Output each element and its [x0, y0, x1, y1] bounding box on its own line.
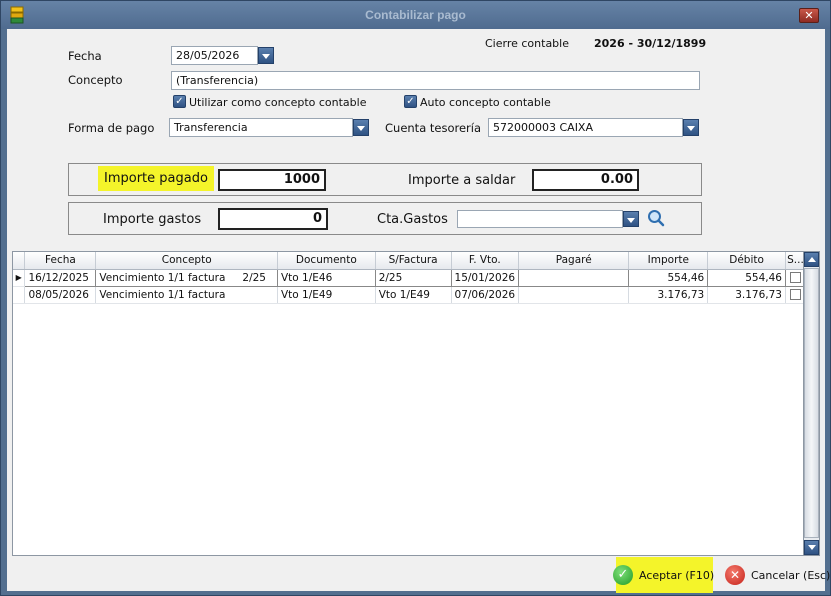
cell-concepto-ref: 2/25 — [242, 271, 266, 284]
cell-debito[interactable]: 3.176,73 — [707, 286, 786, 304]
col-header-concepto[interactable]: Concepto — [95, 252, 278, 270]
row-checkbox[interactable] — [789, 289, 801, 300]
cta-gastos-select[interactable] — [457, 210, 623, 228]
col-header-pagare[interactable]: Pagaré — [518, 252, 630, 270]
col-header-debito[interactable]: Débito — [707, 252, 786, 270]
cierre-label: Cierre contable — [485, 37, 569, 50]
table-row[interactable]: ▶ 16/12/2025 Vencimiento 1/1 factura 2/25… — [13, 268, 807, 287]
fecha-input[interactable]: 28/05/2026 — [171, 46, 258, 65]
cell-debito[interactable]: 554,46 — [707, 268, 786, 287]
cell-fecha[interactable]: 08/05/2026 — [24, 286, 97, 304]
scroll-thumb[interactable] — [804, 268, 819, 538]
dialog-body: Cierre contable 2026 - 30/12/1899 Fecha … — [7, 29, 830, 593]
accept-button-label: Aceptar (F10) — [639, 569, 715, 582]
cell-fvto[interactable]: 15/01/2026 — [450, 268, 520, 287]
cell-importe[interactable]: 554,46 — [628, 268, 709, 287]
concepto-input[interactable]: (Transferencia) — [171, 71, 700, 90]
check-icon: ✓ — [613, 565, 633, 585]
accept-button[interactable]: ✓ Aceptar (F10) — [613, 557, 715, 593]
title-bar[interactable]: Contabilizar pago ✕ — [1, 1, 830, 29]
cell-concepto-text: Vencimiento 1/1 factura — [99, 288, 226, 301]
cancel-button[interactable]: ✕ Cancelar (Esc) — [723, 557, 830, 593]
importe-saldar-label: Importe a saldar — [408, 173, 516, 188]
grid-scrollbar[interactable] — [803, 251, 820, 556]
cta-gastos-label: Cta.Gastos — [377, 212, 448, 227]
cell-fecha[interactable]: 16/12/2025 — [24, 268, 97, 287]
concepto-label: Concepto — [68, 73, 123, 87]
cell-concepto[interactable]: Vencimiento 1/1 factura — [95, 286, 278, 304]
cell-concepto-text: Vencimiento 1/1 factura — [99, 271, 226, 284]
utilizar-concepto-label: Utilizar como concepto contable — [189, 96, 367, 109]
grid-header-row: Fecha Concepto Documento S/Factura F. Vt… — [13, 252, 807, 270]
vencimientos-table: Fecha Concepto Documento S/Factura F. Vt… — [13, 252, 807, 304]
importe-gastos-label: Importe gastos — [103, 212, 202, 227]
row-checkbox[interactable] — [789, 272, 801, 283]
forma-pago-dropdown-button[interactable] — [353, 119, 369, 136]
row-indicator — [13, 286, 26, 304]
auto-concepto-checkbox[interactable]: ✓ — [404, 95, 417, 108]
cta-gastos-dropdown-button[interactable] — [623, 211, 639, 227]
cierre-value: 2026 - 30/12/1899 — [594, 37, 707, 50]
window-title: Contabilizar pago — [365, 8, 466, 22]
cell-pagare[interactable] — [518, 286, 630, 304]
auto-concepto-label: Auto concepto contable — [420, 96, 551, 109]
fecha-dropdown-button[interactable] — [258, 47, 274, 64]
forma-pago-select[interactable]: Transferencia — [169, 118, 353, 137]
cancel-icon: ✕ — [725, 565, 745, 585]
cell-sfactura[interactable]: Vto 1/E49 — [375, 286, 452, 304]
scroll-down-icon[interactable] — [804, 540, 819, 555]
importe-pagado-label: Importe pagado — [98, 166, 214, 191]
cell-documento[interactable]: Vto 1/E46 — [277, 268, 376, 287]
cell-sfactura[interactable]: 2/25 — [374, 268, 452, 287]
table-row[interactable]: 08/05/2026 Vencimiento 1/1 factura Vto 1… — [13, 286, 807, 304]
cell-importe[interactable]: 3.176,73 — [628, 286, 709, 304]
cell-pagare[interactable] — [518, 268, 630, 287]
cell-concepto[interactable]: Vencimiento 1/1 factura 2/25 — [95, 268, 278, 287]
col-header-sfactura[interactable]: S/Factura — [375, 252, 452, 270]
utilizar-concepto-checkbox[interactable]: ✓ — [173, 95, 186, 108]
col-header-fvto[interactable]: F. Vto. — [451, 252, 520, 270]
col-header-fecha[interactable]: Fecha — [24, 252, 97, 270]
search-icon[interactable] — [647, 209, 665, 227]
cell-documento[interactable]: Vto 1/E49 — [277, 286, 376, 304]
cell-fvto[interactable]: 07/06/2026 — [451, 286, 520, 304]
fecha-label: Fecha — [68, 49, 102, 63]
gastos-group: Importe gastos 0 Cta.Gastos — [68, 202, 702, 235]
vencimientos-grid: Fecha Concepto Documento S/Factura F. Vt… — [12, 251, 807, 556]
forma-pago-label: Forma de pago — [68, 121, 155, 135]
importe-gastos-input[interactable]: 0 — [218, 208, 328, 230]
close-icon[interactable]: ✕ — [799, 8, 819, 23]
col-header-documento[interactable]: Documento — [277, 252, 376, 270]
importe-pagado-input[interactable]: 1000 — [218, 169, 326, 191]
col-header-importe[interactable]: Importe — [628, 252, 709, 270]
row-indicator-icon: ▶ — [13, 269, 26, 287]
cuenta-tesoreria-dropdown-button[interactable] — [683, 119, 699, 136]
dialog-window: Contabilizar pago ✕ Cierre contable 2026… — [0, 0, 831, 596]
cuenta-tesoreria-label: Cuenta tesorería — [385, 121, 482, 135]
cuenta-tesoreria-select[interactable]: 572000003 CAIXA — [488, 118, 683, 137]
importe-saldar-input[interactable]: 0.00 — [532, 169, 639, 191]
cancel-button-label: Cancelar (Esc) — [751, 569, 831, 582]
grid-header-indicator — [13, 252, 26, 270]
scroll-up-icon[interactable] — [804, 252, 819, 267]
importes-group: Importe pagado 1000 Importe a saldar 0.0… — [68, 163, 702, 196]
